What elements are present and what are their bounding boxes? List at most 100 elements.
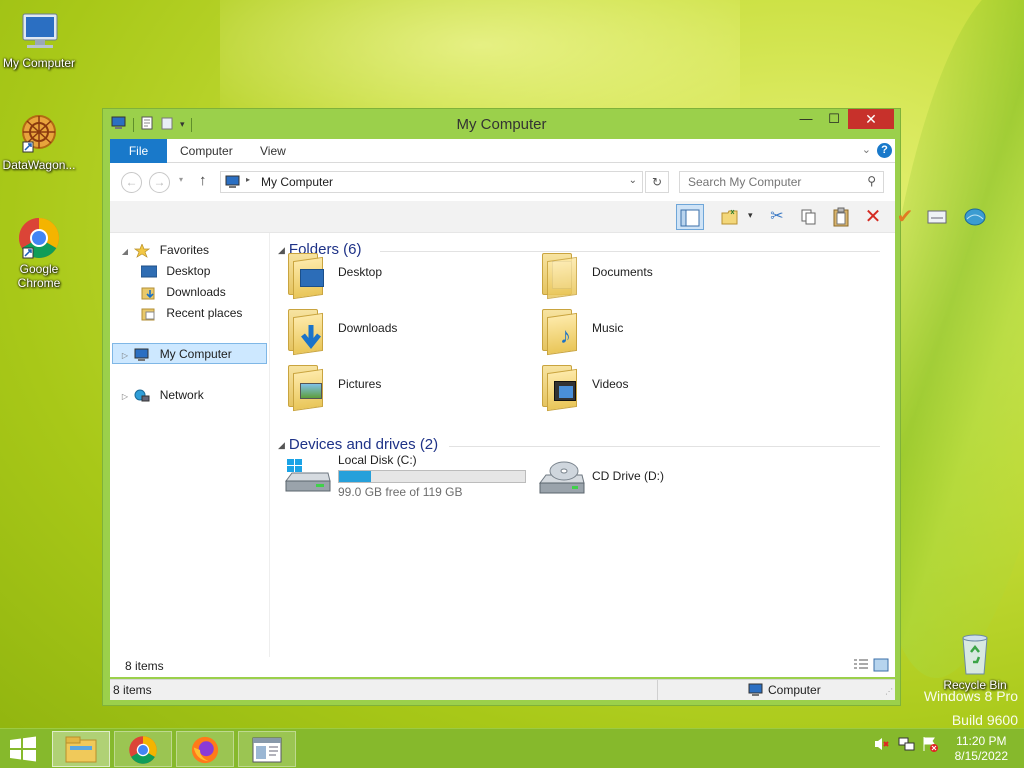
delete-icon[interactable]: ✕ bbox=[859, 204, 887, 230]
back-button[interactable]: ← bbox=[121, 172, 142, 193]
tab-view[interactable]: View bbox=[260, 139, 286, 163]
help-icon[interactable]: ? bbox=[877, 143, 892, 158]
desktop-icon bbox=[140, 265, 158, 279]
taskbar-firefox[interactable] bbox=[176, 731, 234, 767]
nav-item-my-computer[interactable]: ▷ My Computer bbox=[112, 343, 267, 364]
forward-button[interactable]: → bbox=[149, 172, 170, 193]
network-globe-icon[interactable] bbox=[961, 204, 989, 230]
group-divider bbox=[449, 446, 880, 447]
drive-usage-fill bbox=[339, 471, 371, 482]
maximize-button[interactable]: ☐ bbox=[820, 109, 848, 129]
videos-folder-icon bbox=[542, 365, 578, 412]
refresh-button[interactable]: ↻ bbox=[645, 171, 669, 193]
nav-item-network[interactable]: ▷ Network bbox=[119, 385, 204, 406]
nav-item-recent-places[interactable]: Recent places bbox=[141, 303, 242, 324]
action-center-flag-icon[interactable] bbox=[922, 736, 938, 755]
explorer-window[interactable]: ▾ My Computer — ☐ ✕ File Computer View ⌄… bbox=[102, 108, 986, 706]
expand-ribbon-icon[interactable]: ⌄ bbox=[862, 143, 871, 156]
chrome-icon bbox=[15, 216, 63, 260]
new-folder-button[interactable] bbox=[716, 204, 744, 230]
network-tray-icon[interactable] bbox=[898, 736, 916, 755]
desktop-icon-label: Recycle Bin bbox=[943, 678, 1007, 692]
search-box[interactable]: ⚲ bbox=[679, 171, 884, 193]
nav-item-downloads[interactable]: Downloads bbox=[141, 282, 226, 303]
desktop-icon-label: DataWagon... bbox=[2, 158, 76, 172]
minimize-button[interactable]: — bbox=[792, 109, 820, 129]
copy-icon[interactable] bbox=[795, 204, 823, 230]
folder-item[interactable]: ♪ Music bbox=[532, 305, 772, 356]
taskbar: 11:20 PM 8/15/2022 bbox=[0, 728, 1024, 768]
recent-locations-icon[interactable]: ▾ bbox=[179, 175, 183, 184]
drive-free-space: 99.0 GB free of 119 GB bbox=[338, 485, 463, 499]
nav-item-desktop[interactable]: Desktop bbox=[140, 261, 210, 282]
clock[interactable]: 11:20 PM 8/15/2022 bbox=[955, 734, 1008, 764]
folder-label: Documents bbox=[592, 265, 653, 279]
properties-button-icon[interactable] bbox=[923, 204, 951, 230]
taskbar-file-explorer[interactable] bbox=[52, 731, 110, 767]
up-button[interactable]: ↑ bbox=[199, 172, 207, 189]
desktop-icon-datawagon[interactable]: DataWagon... bbox=[0, 112, 78, 172]
nav-favorites[interactable]: ◢ Favorites bbox=[119, 240, 209, 261]
expand-arrow-icon[interactable]: ▷ bbox=[119, 386, 131, 407]
tab-computer[interactable]: Computer bbox=[180, 139, 233, 163]
application-window-icon bbox=[252, 737, 282, 763]
cut-icon[interactable]: ✂ bbox=[763, 204, 791, 230]
drive-usage-bar bbox=[338, 470, 526, 483]
folder-item[interactable]: Downloads bbox=[278, 305, 518, 356]
desktop-icon-recycle-bin[interactable]: Recycle Bin bbox=[936, 632, 1014, 692]
nav-item-label: My Computer bbox=[159, 347, 232, 361]
recent-places-icon bbox=[141, 307, 157, 321]
title-bar[interactable]: ▾ My Computer — ☐ ✕ bbox=[103, 109, 900, 139]
desktop-icon-my-computer[interactable]: My Computer bbox=[0, 10, 78, 70]
close-button[interactable]: ✕ bbox=[848, 109, 894, 129]
pictures-folder-icon bbox=[288, 365, 324, 412]
search-input[interactable] bbox=[680, 172, 850, 192]
ribbon-tabs: File Computer View ⌄ ? bbox=[110, 139, 895, 163]
folder-item[interactable]: Desktop bbox=[278, 249, 518, 300]
address-dropdown-icon[interactable]: ⌄ bbox=[629, 175, 637, 186]
large-icons-view-icon[interactable] bbox=[873, 658, 889, 675]
chrome-icon bbox=[129, 736, 157, 764]
folder-label: Pictures bbox=[338, 377, 382, 391]
address-bar[interactable]: ▸ My Computer ⌄ bbox=[220, 171, 643, 193]
firefox-icon bbox=[191, 736, 219, 764]
folder-item[interactable]: Videos bbox=[532, 361, 772, 412]
search-icon[interactable]: ⚲ bbox=[867, 174, 876, 188]
resize-grip-icon[interactable]: ⋰ bbox=[885, 687, 893, 696]
taskbar-chrome[interactable] bbox=[114, 731, 172, 767]
item-count: 8 items bbox=[125, 659, 164, 673]
paste-icon[interactable] bbox=[827, 204, 855, 230]
preview-pane-button[interactable] bbox=[676, 204, 704, 230]
nav-item-label: Recent places bbox=[166, 306, 243, 320]
address-computer-icon bbox=[225, 175, 241, 192]
nav-item-label: Downloads bbox=[166, 285, 226, 299]
content-pane[interactable]: ◢ Folders (6) Desktop Documents Downloads… bbox=[278, 233, 890, 677]
volume-muted-icon[interactable] bbox=[874, 736, 890, 755]
music-folder-icon: ♪ bbox=[542, 309, 578, 356]
folder-item[interactable]: Pictures bbox=[278, 361, 518, 412]
breadcrumb-separator[interactable]: ▸ bbox=[246, 175, 250, 184]
folder-item[interactable]: Documents bbox=[532, 249, 772, 300]
navigation-pane[interactable]: ◢ Favorites Desktop Downloads Recent pla… bbox=[110, 233, 270, 677]
cd-drive-icon bbox=[538, 459, 586, 497]
start-button[interactable] bbox=[8, 736, 38, 765]
clock-time: 11:20 PM bbox=[956, 734, 1007, 748]
drive-item-d[interactable]: CD Drive (D:) bbox=[532, 451, 732, 503]
rename-check-icon[interactable]: ✔ bbox=[891, 204, 919, 230]
drive-item-c[interactable]: Local Disk (C:) 99.0 GB free of 119 GB bbox=[278, 451, 532, 503]
window-title: My Computer bbox=[456, 116, 547, 133]
desktop-icon-label: Google Chrome bbox=[17, 262, 61, 290]
new-folder-dropdown-icon[interactable]: ▾ bbox=[748, 210, 753, 221]
recycle-bin-icon bbox=[951, 632, 999, 676]
collapse-arrow-icon[interactable]: ◢ bbox=[119, 241, 131, 262]
collapse-arrow-icon[interactable]: ◢ bbox=[278, 440, 285, 451]
computer-icon bbox=[15, 10, 63, 54]
desktop-icon-chrome[interactable]: Google Chrome bbox=[0, 216, 78, 290]
tab-file[interactable]: File bbox=[110, 139, 167, 163]
status-bar: 8 items Computer ⋰ bbox=[110, 679, 895, 700]
expand-arrow-icon[interactable]: ▷ bbox=[119, 345, 131, 366]
taskbar-app-window[interactable] bbox=[238, 731, 296, 767]
breadcrumb[interactable]: My Computer bbox=[261, 175, 333, 189]
status-computer-icon bbox=[748, 683, 764, 700]
details-view-icon[interactable] bbox=[853, 658, 869, 675]
